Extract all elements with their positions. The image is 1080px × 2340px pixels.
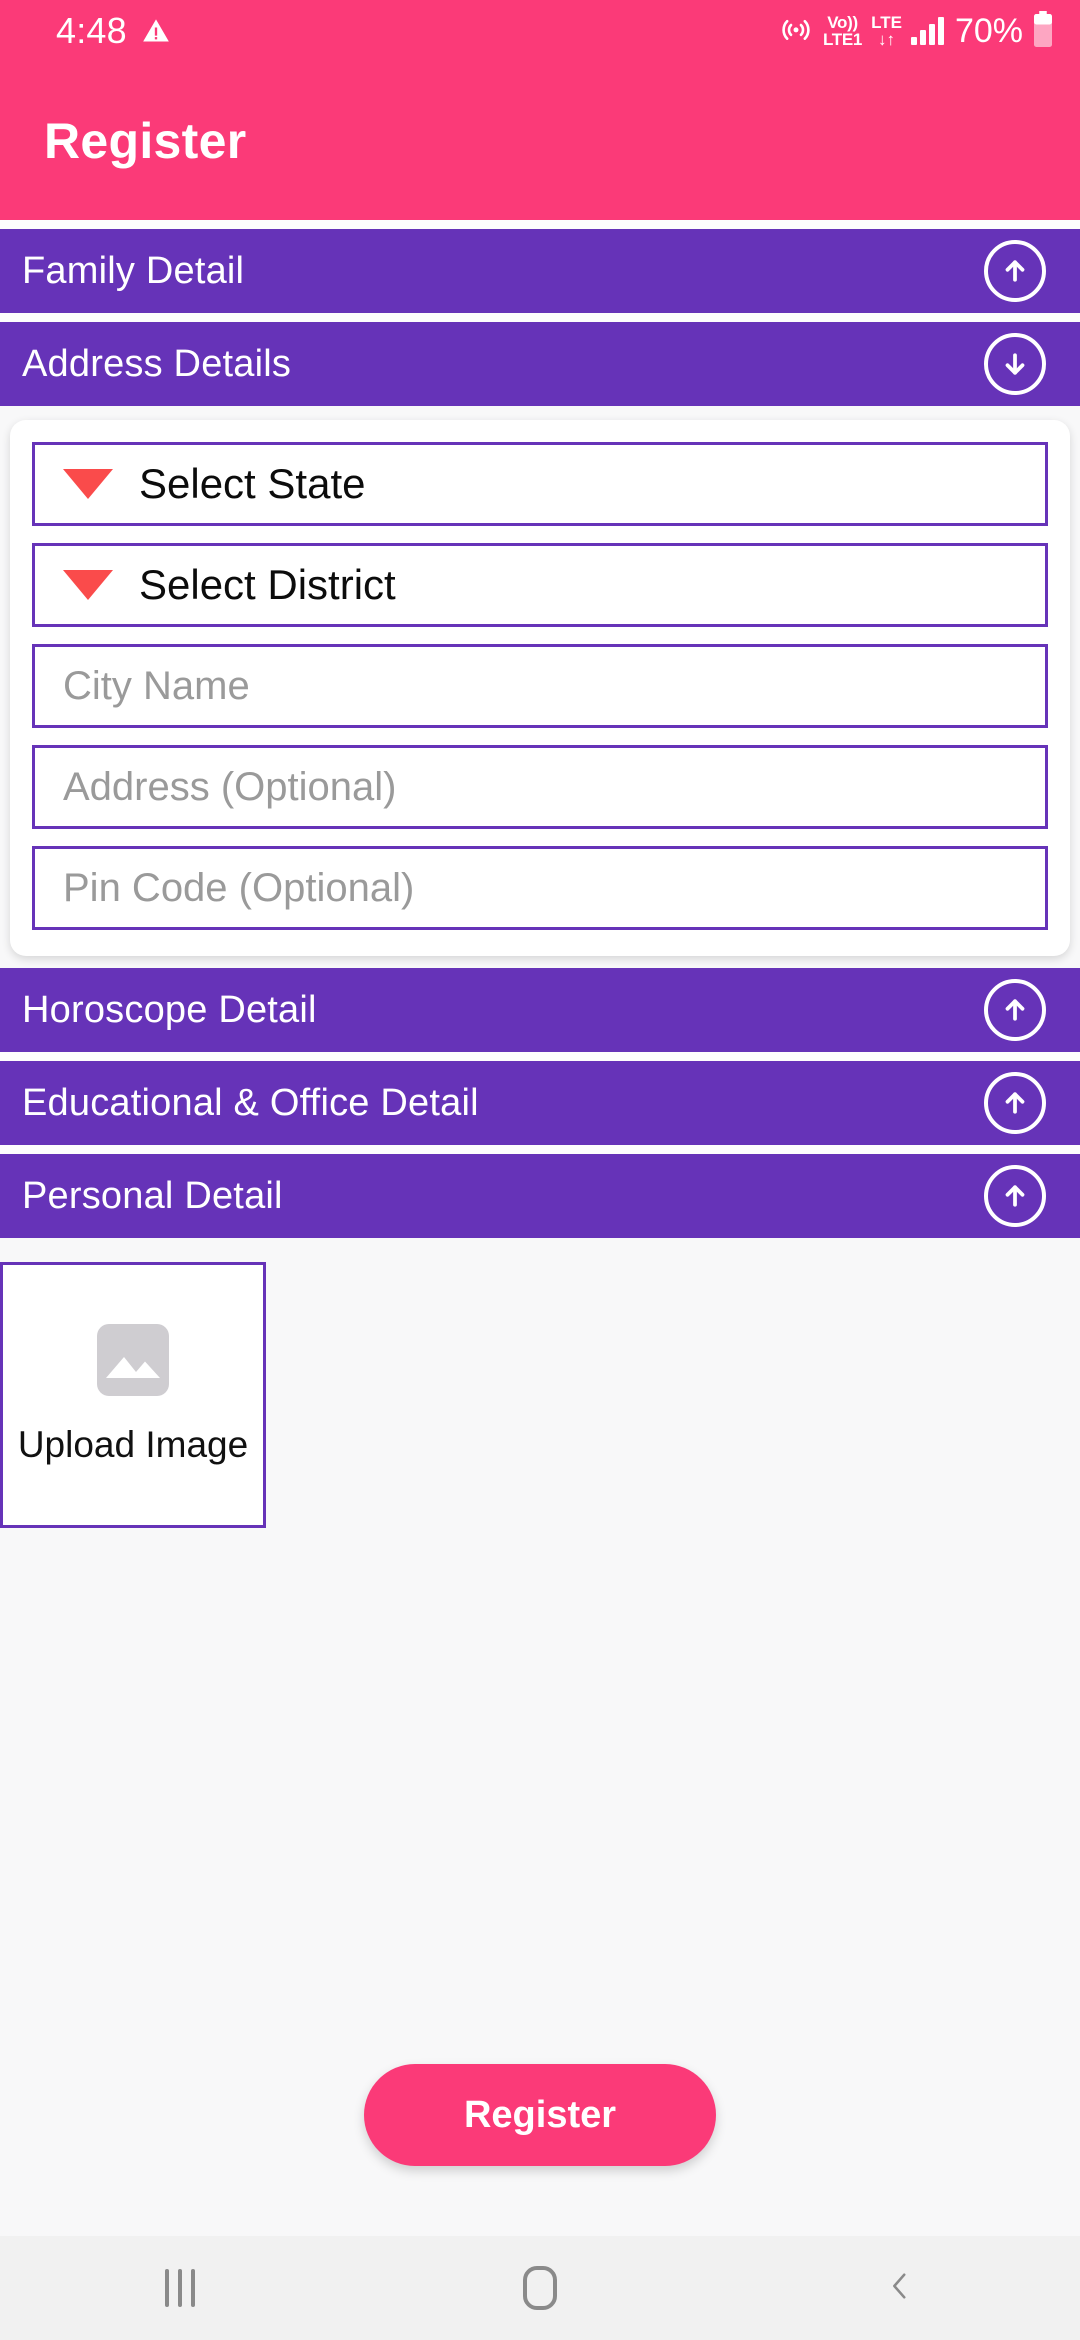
section-label: Educational & Office Detail: [22, 1081, 479, 1124]
address-field[interactable]: Address (Optional): [32, 745, 1048, 829]
section-header-horoscope-detail[interactable]: Horoscope Detail: [0, 968, 1080, 1052]
section-label: Horoscope Detail: [22, 988, 317, 1031]
section-header-family-detail[interactable]: Family Detail: [0, 229, 1080, 313]
arrow-up-circle-icon[interactable]: [984, 1072, 1046, 1134]
battery-percent: 70%: [954, 11, 1023, 50]
pin-code-placeholder: Pin Code (Optional): [63, 865, 415, 910]
nav-back-button[interactable]: [720, 2264, 1080, 2313]
select-state-dropdown[interactable]: Select State: [32, 442, 1048, 526]
upload-section: Upload Image: [0, 1238, 1080, 1528]
battery-icon: [1032, 10, 1054, 52]
status-time: 4:48: [56, 10, 127, 51]
section-header-personal-detail[interactable]: Personal Detail: [0, 1154, 1080, 1238]
home-icon: [523, 2266, 557, 2310]
nav-home-button[interactable]: [360, 2266, 720, 2310]
arrow-down-circle-icon[interactable]: [984, 333, 1046, 395]
section-header-educational-office-detail[interactable]: Educational & Office Detail: [0, 1061, 1080, 1145]
image-placeholder-icon: [97, 1324, 169, 1396]
register-button[interactable]: Register: [364, 2064, 716, 2166]
lte-data-indicator: LTE ↓↑: [871, 13, 902, 49]
submit-area: Register: [0, 2064, 1080, 2176]
nav-recents-button[interactable]: [0, 2269, 360, 2307]
flex-spacer: [0, 1528, 1080, 2064]
select-district-dropdown[interactable]: Select District: [32, 543, 1048, 627]
address-details-card: Select State Select District City Name A…: [10, 420, 1070, 956]
arrow-up-circle-icon[interactable]: [984, 979, 1046, 1041]
signal-bars-icon: [910, 17, 944, 45]
data-arrows-icon: ↓↑: [878, 30, 895, 49]
page-title: Register: [44, 113, 247, 169]
warning-triangle-icon: [141, 17, 171, 45]
back-chevron-icon: [883, 2264, 917, 2313]
section-label: Family Detail: [22, 249, 245, 292]
address-placeholder: Address (Optional): [63, 764, 397, 809]
app-bar: Register: [0, 62, 1080, 220]
volte-indicator: Vo)) LTE1: [822, 13, 863, 49]
city-name-placeholder: City Name: [63, 663, 250, 708]
select-state-value: Select State: [139, 460, 366, 507]
upload-image-label: Upload Image: [17, 1424, 249, 1465]
status-bar: 4:48 Vo)) LTE1 LTE ↓↑ 70%: [0, 0, 1080, 62]
status-icons-group: Vo)) LTE1 LTE ↓↑ 70%: [778, 10, 1054, 52]
pin-code-field[interactable]: Pin Code (Optional): [32, 846, 1048, 930]
divider-gap: [0, 313, 1080, 322]
system-nav-bar: [0, 2236, 1080, 2340]
city-name-field[interactable]: City Name: [32, 644, 1048, 728]
section-label: Address Details: [22, 342, 292, 385]
select-district-value: Select District: [139, 561, 396, 608]
upload-image-button[interactable]: Upload Image: [0, 1262, 266, 1528]
dropdown-triangle-icon: [63, 469, 113, 499]
bottom-spacer: [0, 2176, 1080, 2236]
dropdown-triangle-icon: [63, 570, 113, 600]
app-screen: 4:48 Vo)) LTE1 LTE ↓↑ 70% Register Famil…: [0, 0, 1080, 2340]
arrow-up-circle-icon[interactable]: [984, 1165, 1046, 1227]
divider-gap: [0, 1145, 1080, 1154]
recents-icon: [165, 2269, 195, 2307]
divider-gap: [0, 220, 1080, 229]
hotspot-icon: [778, 12, 814, 50]
divider-gap: [0, 1052, 1080, 1061]
section-label: Personal Detail: [22, 1174, 283, 1217]
section-header-address-details[interactable]: Address Details: [0, 322, 1080, 406]
arrow-up-circle-icon[interactable]: [984, 240, 1046, 302]
